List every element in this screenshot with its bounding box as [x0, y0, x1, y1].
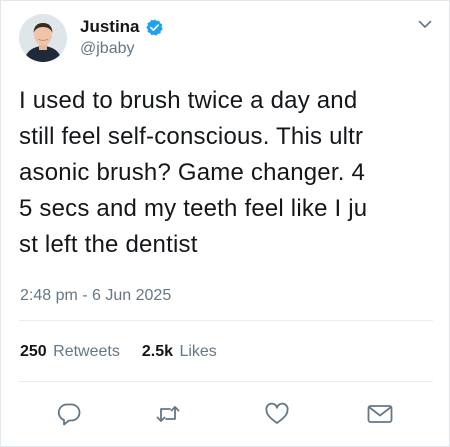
retweets-count: 250 [20, 343, 47, 360]
timestamp[interactable]: 2:48 pm - 6 Jun 2025 [20, 287, 171, 305]
tweet-text-line: st left the dentist [19, 231, 198, 258]
tweet-text-line: I used to brush twice a day and [19, 87, 358, 114]
chevron-down-icon[interactable] [417, 16, 433, 32]
handle[interactable]: @jbaby [80, 40, 135, 58]
like-button[interactable] [262, 399, 292, 429]
tweet-text: I used to brush twice a day and still fe… [19, 83, 415, 263]
action-bar [1, 399, 450, 429]
retweets-label: Retweets [53, 343, 120, 360]
retweets-stat[interactable]: 250 Retweets [20, 343, 120, 361]
likes-stat[interactable]: 2.5k Likes [142, 343, 217, 361]
tweet-header: Justina @jbaby [19, 14, 433, 64]
tweet-text-line: 5 secs and my teeth feel like I ju [19, 195, 368, 222]
direct-message-button[interactable] [365, 399, 395, 429]
like-icon [265, 402, 289, 424]
likes-count: 2.5k [141, 343, 173, 360]
retweet-button[interactable] [153, 399, 183, 429]
direct-message-icon [367, 405, 393, 423]
retweet-icon [156, 406, 180, 422]
engagement-stats: 250 Retweets 2.5k Likes [20, 343, 239, 361]
avatar[interactable] [19, 14, 67, 62]
avatar-image [19, 14, 67, 62]
reply-button[interactable] [54, 399, 84, 429]
name-row: Justina [80, 16, 164, 38]
tweet-card: Justina @jbaby I used to brush twice a d… [0, 0, 450, 447]
tweet-text-line: asonic brush? Game changer. 4 [19, 159, 366, 186]
verified-badge-icon [145, 18, 164, 37]
tweet-text-line: still feel self-conscious. This ultr [19, 123, 364, 150]
likes-label: Likes [179, 343, 217, 360]
display-name[interactable]: Justina [80, 17, 140, 37]
reply-icon [57, 403, 81, 426]
divider [19, 320, 433, 321]
divider [19, 381, 433, 382]
